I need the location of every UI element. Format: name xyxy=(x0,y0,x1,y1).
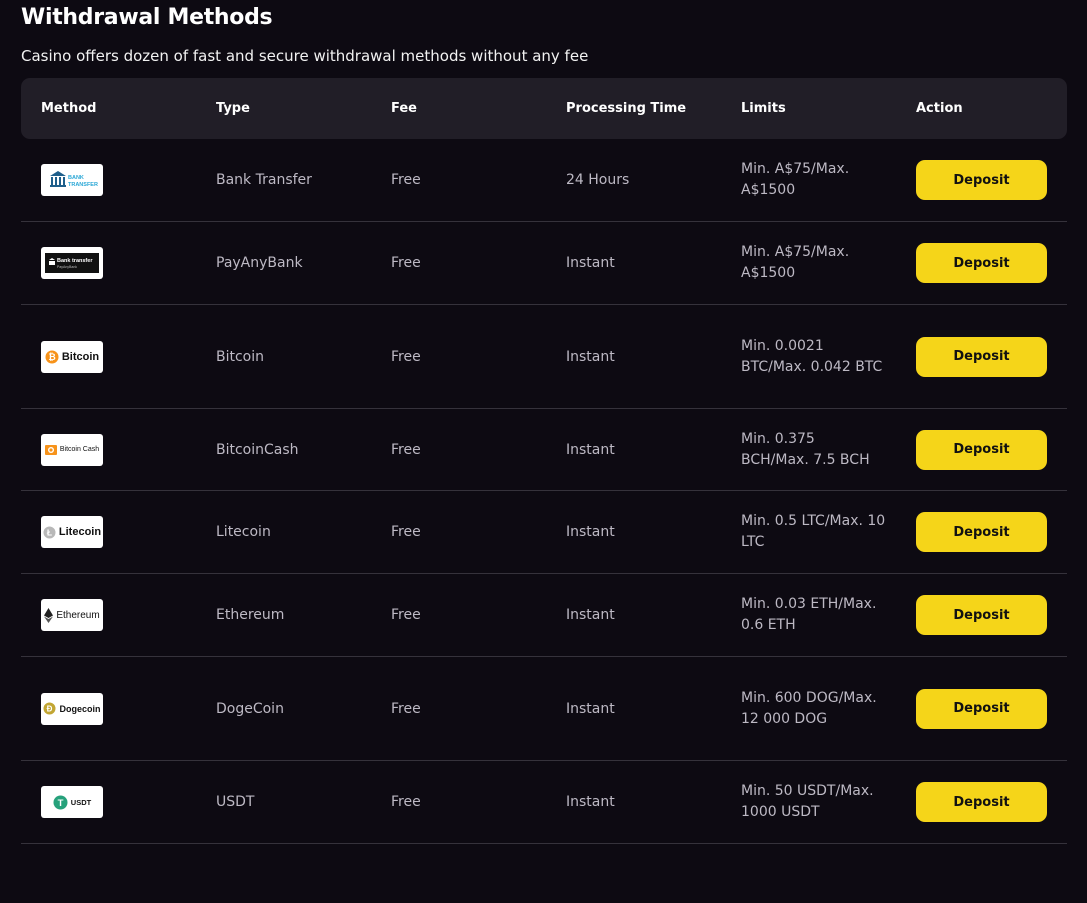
svg-text:TRANSFER: TRANSFER xyxy=(68,182,98,188)
time-cell: Instant xyxy=(566,607,615,623)
action-cell: Deposit xyxy=(896,160,1067,200)
action-cell: Deposit xyxy=(896,512,1067,552)
deposit-button[interactable]: Deposit xyxy=(916,243,1047,283)
bitcoin-logo-icon: ₿ Bitcoin xyxy=(41,340,103,373)
limits-cell: Min. A$75/Max. A$1500 xyxy=(741,161,850,198)
deposit-button[interactable]: Deposit xyxy=(916,688,1047,729)
type-cell: Bitcoin xyxy=(216,348,265,365)
deposit-button[interactable]: Deposit xyxy=(916,336,1047,377)
svg-text:BANK: BANK xyxy=(68,175,84,181)
type-cell: Bank Transfer xyxy=(216,172,312,188)
fee-cell: Free xyxy=(391,607,421,623)
fee-cell: Free xyxy=(391,524,421,540)
limits-cell: Min. 50 USDT/Max. 1000 USDT xyxy=(741,783,874,820)
deposit-button[interactable]: Deposit xyxy=(916,595,1047,635)
svg-text:Ð: Ð xyxy=(47,705,53,714)
svg-text:Bank transfer: Bank transfer xyxy=(57,258,93,264)
deposit-button[interactable]: Deposit xyxy=(916,429,1047,470)
svg-text:₿: ₿ xyxy=(48,352,55,362)
action-cell: Deposit xyxy=(896,336,1067,377)
svg-text:T: T xyxy=(57,798,63,809)
time-cell: Instant xyxy=(566,700,615,717)
fee-cell: Free xyxy=(391,255,421,271)
fee-cell: Free xyxy=(391,700,421,717)
type-cell: BitcoinCash xyxy=(216,441,299,458)
fee-cell: Free xyxy=(391,794,421,810)
table-row: T USDT USDT Free Instant Min. 50 USDT/Ma… xyxy=(21,761,1067,844)
fee-cell: Free xyxy=(391,172,421,188)
method-cell: BANK TRANSFER xyxy=(21,164,196,196)
deposit-button[interactable]: Deposit xyxy=(916,160,1047,200)
dogecoin-logo-icon: Ð Dogecoin xyxy=(41,692,103,725)
time-cell: Instant xyxy=(566,524,615,540)
table-row: Bank transfer PayAnyBank PayAnyBank Free… xyxy=(21,222,1067,305)
method-cell: ₿ Bitcoin xyxy=(21,340,196,373)
ethereum-logo-icon: Ethereum xyxy=(41,599,103,631)
limits-cell: Min. 0.375 BCH/Max. 7.5 BCH xyxy=(741,430,870,468)
time-cell: Instant xyxy=(566,794,615,810)
header-processing-time: Processing Time xyxy=(566,101,687,116)
bitcoin-cash-logo-icon: Bitcoin Cash xyxy=(41,433,103,466)
method-cell: T USDT xyxy=(21,786,196,818)
usdt-logo-icon: T USDT xyxy=(41,786,103,818)
deposit-button[interactable]: Deposit xyxy=(916,512,1047,552)
method-cell: Bank transfer PayAnyBank xyxy=(21,247,196,279)
type-cell: PayAnyBank xyxy=(216,255,303,271)
limits-cell: Min. 600 DOG/Max. 12 000 DOG xyxy=(741,689,877,727)
header-type: Type xyxy=(216,101,250,116)
action-cell: Deposit xyxy=(896,782,1067,822)
action-cell: Deposit xyxy=(896,243,1067,283)
action-cell: Deposit xyxy=(896,429,1067,470)
limits-cell: Min. 0.03 ETH/Max. 0.6 ETH xyxy=(741,596,877,633)
header-method: Method xyxy=(41,101,97,116)
type-cell: DogeCoin xyxy=(216,700,284,717)
header-fee: Fee xyxy=(391,101,417,116)
method-cell: Bitcoin Cash xyxy=(21,433,196,466)
bank-transfer-logo-icon: BANK TRANSFER xyxy=(41,164,103,196)
deposit-button[interactable]: Deposit xyxy=(916,782,1047,822)
withdrawal-methods-table: Method Type Fee Processing Time Limits A… xyxy=(21,78,1067,844)
table-row: Bitcoin Cash BitcoinCash Free Instant Mi… xyxy=(21,409,1067,491)
table-row: Ł Litecoin Litecoin Free Instant Min. 0.… xyxy=(21,491,1067,574)
type-cell: Ethereum xyxy=(216,607,285,623)
table-row: Ethereum Ethereum Free Instant Min. 0.03… xyxy=(21,574,1067,657)
table-row: ₿ Bitcoin Bitcoin Free Instant Min. 0.00… xyxy=(21,305,1067,409)
payanybank-logo-icon: Bank transfer PayAnyBank xyxy=(41,247,103,279)
method-cell: Ð Dogecoin xyxy=(21,692,196,725)
type-cell: Litecoin xyxy=(216,524,271,540)
table-header: Method Type Fee Processing Time Limits A… xyxy=(21,78,1067,139)
limits-cell: Min. 0.5 LTC/Max. 10 LTC xyxy=(741,513,886,550)
limits-cell: Min. 0.0021 BTC/Max. 0.042 BTC xyxy=(741,337,883,375)
type-cell: USDT xyxy=(216,794,255,810)
fee-cell: Free xyxy=(391,441,421,458)
header-action: Action xyxy=(916,101,963,116)
page-subtitle: Casino offers dozen of fast and secure w… xyxy=(21,47,589,65)
action-cell: Deposit xyxy=(896,595,1067,635)
time-cell: 24 Hours xyxy=(566,172,630,188)
method-cell: Ł Litecoin xyxy=(21,516,196,548)
action-cell: Deposit xyxy=(896,688,1067,729)
fee-cell: Free xyxy=(391,348,421,365)
time-cell: Instant xyxy=(566,348,615,365)
header-limits: Limits xyxy=(741,101,786,116)
time-cell: Instant xyxy=(566,441,615,458)
svg-text:PayAnyBank: PayAnyBank xyxy=(57,265,77,269)
table-row: Ð Dogecoin DogeCoin Free Instant Min. 60… xyxy=(21,657,1067,761)
limits-cell: Min. A$75/Max. A$1500 xyxy=(741,244,850,281)
page-title: Withdrawal Methods xyxy=(21,5,273,30)
table-row: BANK TRANSFER Bank Transfer Free 24 Hour… xyxy=(21,139,1067,222)
method-cell: Ethereum xyxy=(21,599,196,631)
litecoin-logo-icon: Ł Litecoin xyxy=(41,516,103,548)
svg-text:Ł: Ł xyxy=(47,527,52,537)
time-cell: Instant xyxy=(566,255,615,271)
